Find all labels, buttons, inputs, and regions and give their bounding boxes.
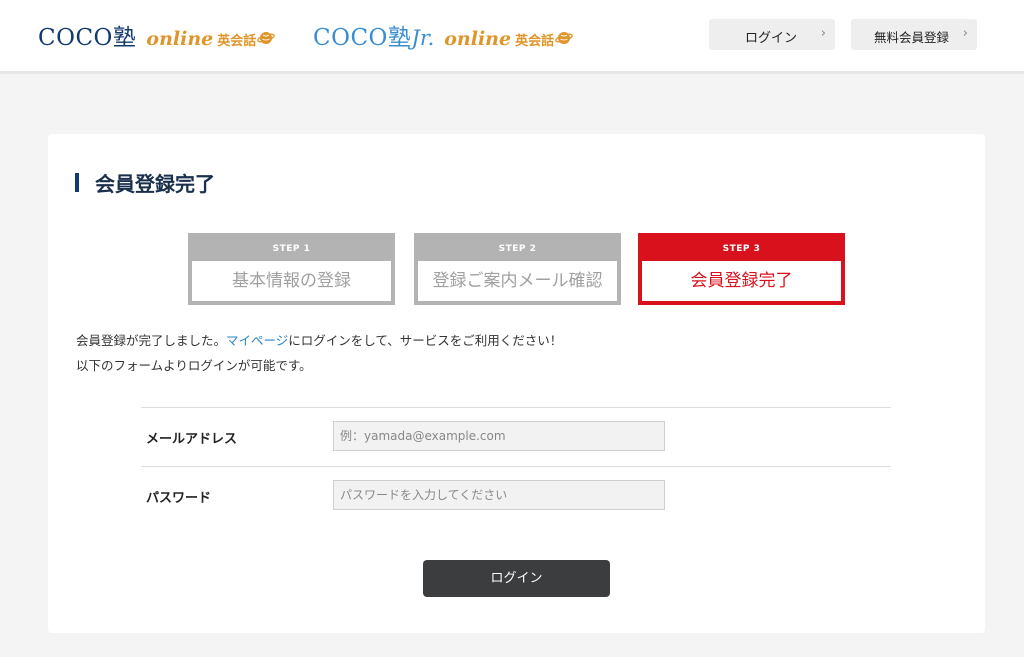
logo-main-text: COCO塾 [313, 25, 412, 51]
site-header: COCO塾 online 英会話 COCO塾 Jr. online 英会話 ログ… [0, 0, 1024, 74]
globe-icon [257, 32, 276, 44]
chevron-right-icon: › [962, 26, 968, 41]
logo-online-text: online [146, 28, 214, 50]
page-title: 会員登録完了 [95, 172, 215, 196]
step-label: STEP 3 [642, 237, 841, 261]
coco-online-logo[interactable]: COCO塾 online 英会話 [38, 18, 276, 52]
form-divider [141, 466, 891, 467]
password-label: パスワード [146, 491, 212, 506]
login-submit-button[interactable]: ログイン [423, 560, 610, 597]
step-indicator-1: STEP 1 基本情報の登録 [188, 233, 395, 305]
registration-complete-card: 会員登録完了 STEP 1 基本情報の登録 STEP 2 登録ご案内メール確認 … [48, 134, 985, 633]
logo-eikaiwa-text: 英会話 [217, 34, 257, 49]
header-register-button[interactable]: 無料会員登録 › [851, 19, 977, 50]
coco-jr-online-logo[interactable]: COCO塾 Jr. online 英会話 [313, 18, 573, 52]
step-label: STEP 1 [192, 237, 391, 261]
message-text-before: 会員登録が完了しました。 [76, 333, 227, 348]
chevron-right-icon: › [820, 26, 826, 41]
password-input[interactable] [333, 480, 665, 510]
step-name: 基本情報の登録 [232, 271, 351, 291]
step-indicator-3-active: STEP 3 会員登録完了 [638, 233, 845, 305]
email-label: メールアドレス [146, 432, 238, 447]
step-label: STEP 2 [418, 237, 617, 261]
globe-icon [555, 32, 573, 44]
header-login-button[interactable]: ログイン › [709, 19, 835, 50]
step-indicator-2: STEP 2 登録ご案内メール確認 [414, 233, 621, 305]
title-accent-bar [75, 173, 79, 192]
logo-online-text: online [444, 28, 512, 50]
header-login-label: ログイン [745, 31, 798, 46]
completion-message: 会員登録が完了しました。マイページにログインをして、サービスをご利用ください！ [76, 330, 562, 349]
login-instruction-message: 以下のフォームよりログインが可能です。 [76, 358, 312, 373]
logo-eikaiwa-text: 英会話 [515, 34, 555, 49]
step-name: 会員登録完了 [690, 271, 793, 291]
form-divider [141, 407, 891, 408]
email-input[interactable] [333, 421, 665, 451]
header-register-label: 無料会員登録 [874, 30, 950, 45]
logo-main-text: COCO塾 [38, 25, 137, 51]
logo-jr-text: Jr. [411, 26, 435, 50]
message-text-after: にログインをして、サービスをご利用ください！ [288, 333, 563, 348]
mypage-link[interactable]: マイページ [226, 333, 288, 348]
step-name: 登録ご案内メール確認 [432, 271, 603, 291]
